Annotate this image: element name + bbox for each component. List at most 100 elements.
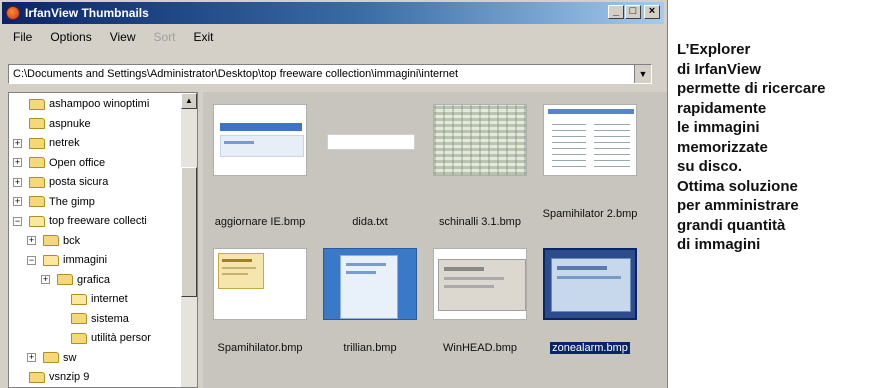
- folder-icon: [29, 98, 45, 110]
- expand-icon[interactable]: +: [27, 236, 36, 245]
- caption-line: le immagini: [677, 119, 760, 136]
- caption-line: permette di ricercare: [677, 80, 826, 97]
- caption-line: di immagini: [677, 236, 761, 253]
- tree-item-label: bck: [63, 234, 81, 247]
- folder-icon: [29, 176, 45, 188]
- folder-icon: [71, 332, 87, 344]
- expand-icon[interactable]: +: [13, 138, 22, 148]
- title-bar[interactable]: IrfanView Thumbnails _ □ ×: [2, 2, 664, 24]
- caption-line: Ottima soluzione: [677, 177, 798, 195]
- folder-icon: [29, 196, 45, 207]
- thumbnail-caption: trillian.bmp: [343, 342, 397, 354]
- thumbnail-image[interactable]: [433, 104, 527, 176]
- expand-icon[interactable]: +: [13, 158, 22, 167]
- tree-item[interactable]: bck: [43, 232, 80, 250]
- expand-icon[interactable]: +: [13, 197, 22, 206]
- thumbnail-image[interactable]: [543, 104, 637, 176]
- tree-item-label: grafica: [77, 273, 111, 286]
- caption-line: memorizzate: [677, 138, 768, 156]
- tree-item[interactable]: sw: [43, 349, 76, 367]
- tree-item[interactable]: netrek: [29, 134, 80, 152]
- menu-view[interactable]: View: [101, 30, 145, 44]
- thumbnail-image[interactable]: [323, 248, 417, 320]
- folder-icon: [43, 235, 59, 246]
- tree-scrollbar[interactable]: ▲: [181, 93, 197, 387]
- menu-options[interactable]: Options: [41, 30, 100, 44]
- tree-item-label: utilità persor: [91, 332, 151, 344]
- collapse-icon[interactable]: −: [27, 255, 36, 265]
- tree-item[interactable]: Open office: [29, 154, 105, 172]
- tree-item-label: netrek: [49, 137, 80, 149]
- tree-item[interactable]: utilità persor: [71, 329, 151, 347]
- path-combobox[interactable]: C:\Documents and Settings\Administrator\…: [8, 64, 652, 84]
- thumbnail-image[interactable]: [433, 248, 527, 320]
- tree-item[interactable]: sistema: [71, 310, 129, 328]
- irfanview-window: IrfanView Thumbnails _ □ × File Options …: [0, 0, 668, 388]
- folder-icon: [71, 293, 87, 305]
- tree-item-label: Open office: [49, 156, 106, 169]
- thumbnail-caption: aggiornare IE.bmp: [214, 216, 306, 228]
- tree-item-label: vsnzip 9: [49, 371, 90, 383]
- thumbnail-pane: aggiornare IE.bmp dida.txt schinalli 3.1…: [203, 92, 667, 388]
- expand-icon[interactable]: +: [13, 177, 22, 187]
- tree-item[interactable]: vsnzip 9: [29, 368, 89, 386]
- tree-item[interactable]: The gimp: [29, 193, 95, 211]
- tree-item[interactable]: aspnuke: [29, 115, 91, 133]
- thumbnail-caption: schinalli 3.1.bmp: [439, 216, 521, 228]
- window-title: IrfanView Thumbnails: [25, 6, 149, 20]
- tree-item[interactable]: grafica: [57, 271, 110, 289]
- caption-line: grandi quantità: [677, 216, 786, 234]
- collapse-icon[interactable]: −: [13, 216, 22, 226]
- tree-item[interactable]: posta sicura: [29, 173, 108, 191]
- menu-bar: File Options View Sort Exit: [4, 27, 664, 47]
- caption-line: L’Explorer: [677, 41, 751, 58]
- folder-icon: [29, 137, 45, 149]
- folder-icon: [29, 371, 45, 383]
- thumbnail-image[interactable]: [213, 104, 307, 176]
- tree-item-label: internet: [91, 293, 128, 305]
- caption-line: rapidamente: [677, 99, 767, 117]
- dropdown-arrow-icon[interactable]: ▼: [634, 65, 651, 83]
- close-button[interactable]: ×: [644, 5, 660, 19]
- irfanview-icon: [6, 6, 20, 20]
- menu-file[interactable]: File: [4, 30, 41, 44]
- tree-item-label: sw: [63, 351, 77, 364]
- expand-icon[interactable]: +: [41, 275, 50, 284]
- tree-item[interactable]: immagini: [43, 251, 107, 269]
- menu-sort[interactable]: Sort: [145, 30, 185, 44]
- expand-icon[interactable]: +: [27, 353, 36, 362]
- tree-item-label: aspnuke: [49, 117, 91, 130]
- folder-icon: [43, 352, 59, 363]
- thumbnail-caption: zonealarm.bmp: [537, 342, 643, 355]
- tree-item[interactable]: internet: [71, 290, 128, 308]
- menu-exit[interactable]: Exit: [185, 30, 223, 44]
- tree-item[interactable]: top freeware collecti: [29, 212, 147, 230]
- tree-item-label: ashampoo winoptimi: [49, 98, 150, 110]
- folder-icon: [29, 157, 45, 168]
- tree-item-label: top freeware collecti: [49, 215, 147, 227]
- maximize-button[interactable]: □: [625, 5, 641, 19]
- path-text: C:\Documents and Settings\Administrator\…: [13, 68, 459, 80]
- scroll-up-icon[interactable]: ▲: [181, 93, 197, 109]
- scroll-thumb[interactable]: [181, 167, 197, 297]
- thumbnail-caption: WinHEAD.bmp: [443, 342, 517, 354]
- thumbnail-image[interactable]: [323, 104, 417, 176]
- thumbnail-caption: Spamihilator.bmp: [217, 342, 303, 354]
- thumbnail-caption: dida.txt: [352, 216, 388, 228]
- folder-tree: ashampoo winoptimi aspnuke + netrek + Open of…: [8, 92, 198, 388]
- selected-filename: zonealarm.bmp: [550, 342, 630, 354]
- tree-item-label: The gimp: [49, 195, 95, 208]
- folder-icon: [29, 215, 45, 227]
- article-caption: L’Explorer di IrfanView permette di rice…: [677, 40, 873, 255]
- tree-item-label: posta sicura: [49, 176, 109, 188]
- thumbnail-caption: Spamihilator 2.bmp: [542, 208, 638, 220]
- caption-line: di IrfanView: [677, 60, 761, 78]
- thumbnail-image[interactable]: [213, 248, 307, 320]
- tree-item-label: sistema: [91, 312, 129, 325]
- tree-item-label: immagini: [63, 254, 108, 266]
- thumbnail-image[interactable]: [543, 248, 637, 320]
- folder-icon: [43, 254, 59, 266]
- minimize-button[interactable]: _: [608, 5, 624, 19]
- tree-item[interactable]: ashampoo winoptimi: [29, 95, 149, 113]
- folder-icon: [57, 274, 73, 285]
